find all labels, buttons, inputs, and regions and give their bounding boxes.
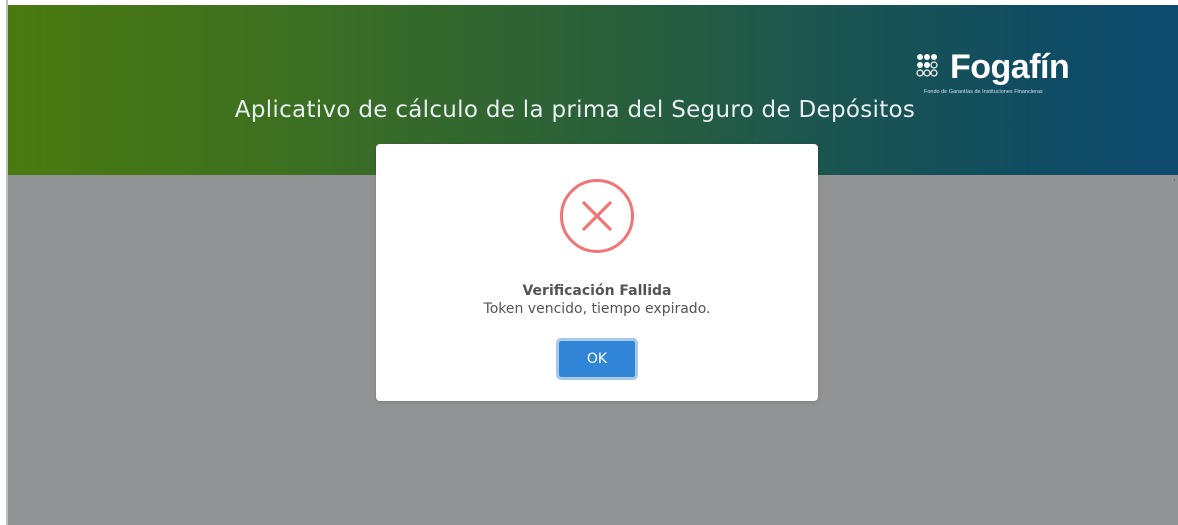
page-title: Aplicativo de cálculo de la prima del Se… <box>234 97 916 123</box>
logo-subtitle: Fondo de Garantías de Instituciones Fina… <box>924 89 1043 95</box>
logo-dots-icon <box>916 54 938 77</box>
dialog-message: Token vencido, tiempo expirado. <box>483 301 711 317</box>
error-x-icon <box>560 179 634 253</box>
app-window: Fogafín Fondo de Garantías de Institucio… <box>0 0 1178 525</box>
error-dialog: Verificación Fallida Token vencido, tiem… <box>376 144 818 401</box>
scrollbar-marker: · <box>1173 176 1176 186</box>
logo-wordmark: Fogafín <box>950 48 1070 86</box>
window-left-border <box>0 0 8 525</box>
dialog-title: Verificación Fallida <box>522 283 672 299</box>
fogafin-logo: Fogafín Fondo de Garantías de Institucio… <box>916 47 1086 103</box>
ok-button[interactable]: OK <box>556 338 638 380</box>
